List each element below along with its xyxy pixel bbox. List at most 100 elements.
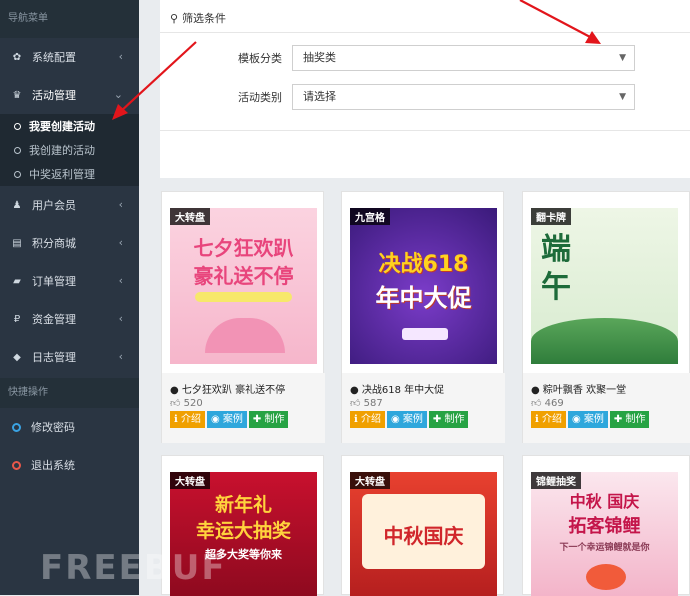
chevron-left-icon: ‹ — [118, 198, 123, 211]
template-card[interactable]: 大转盘 七夕狂欢趴 豪礼送不停 ● 七夕狂欢趴 豪礼送不停 👍︎ 520 ℹ 介… — [161, 191, 325, 443]
sidebar-item-orders[interactable]: ▰ 订单管理 ‹ — [0, 262, 139, 300]
intro-button[interactable]: ℹ 介绍 — [350, 411, 385, 428]
sidebar-item-label: 日志管理 — [32, 351, 76, 364]
template-category-select[interactable]: 抽奖类 ▼ — [292, 45, 635, 71]
chevron-left-icon: ‹ — [118, 312, 123, 325]
poster-bridge — [205, 318, 285, 353]
template-card[interactable]: 锦鲤抽奖 中秋 国庆 拓客锦鲤 下一个幸运锦鲤就是你 — [522, 455, 690, 596]
divider — [160, 130, 690, 131]
chevron-down-icon: ⌄ — [113, 88, 123, 101]
thumbs-up-icon: 👍︎ — [531, 398, 542, 409]
content-gutter — [139, 0, 160, 595]
template-type-tag: 大转盘 — [170, 208, 210, 225]
caret-down-icon: ▼ — [619, 53, 626, 63]
chevron-left-icon: ‹ — [118, 50, 123, 63]
template-poster[interactable]: 九宫格 决战618 年中大促 — [350, 208, 497, 364]
case-button[interactable]: ◉ 案例 — [386, 411, 427, 428]
sidebar-item-label: 资金管理 — [32, 313, 76, 326]
sub-item-label: 中奖返利管理 — [29, 168, 95, 181]
sidebar-item-label: 系统配置 — [32, 51, 76, 64]
circle-icon — [14, 122, 21, 130]
poster-badge — [402, 328, 448, 340]
koi-fish-icon — [586, 564, 626, 590]
template-poster[interactable]: 翻卡牌 端 午 — [531, 208, 678, 364]
sub-item-label: 我要创建活动 — [29, 120, 95, 133]
case-button[interactable]: ◉ 案例 — [567, 411, 608, 428]
poster-line: 新年礼 — [214, 494, 272, 516]
sidebar-item-activity-management[interactable]: ♛ 活动管理 ⌄ — [0, 76, 139, 114]
template-card[interactable]: 翻卡牌 端 午 ● 粽叶飘香 欢聚一堂 👍︎ 469 ℹ 介绍 ◉ 案例 ✚ 制… — [522, 191, 690, 443]
users-icon: ♟ — [12, 199, 22, 211]
poster-line: 中秋国庆 — [383, 524, 464, 548]
nav-header: 导航菜单 — [0, 0, 139, 38]
trophy-icon: ♛ — [12, 89, 22, 101]
card-title: ● 七夕狂欢趴 豪礼送不停 — [170, 385, 286, 396]
sub-item-label: 我创建的活动 — [29, 144, 95, 157]
sub-item-create-activity[interactable]: 我要创建活动 — [0, 114, 139, 138]
card-info: ● 决战618 年中大促 👍︎ 587 ℹ 介绍 ◉ 案例 ✚ 制作 — [342, 373, 505, 443]
poster-line: 幸运大抽奖 — [195, 520, 291, 542]
sidebar-item-logs[interactable]: ◆ 日志管理 ‹ — [0, 338, 139, 376]
change-password-link[interactable]: 修改密码 — [0, 408, 139, 446]
template-card[interactable]: 九宫格 决战618 年中大促 ● 决战618 年中大促 👍︎ 587 ℹ 介绍 … — [341, 191, 505, 443]
quick-item-label: 退出系统 — [31, 459, 75, 472]
template-type-tag: 九宫格 — [350, 208, 390, 225]
sidebar-item-funds[interactable]: ₽ 资金管理 ‹ — [0, 300, 139, 338]
sub-item-prize-rebate[interactable]: 中奖返利管理 — [0, 162, 139, 186]
truck-icon: ▰ — [13, 275, 21, 287]
template-type-tag: 翻卡牌 — [531, 208, 571, 225]
activity-type-label: 活动类别 — [238, 91, 282, 104]
poster-line: 决战618 — [378, 252, 469, 277]
filter-title: ⚲ 筛选条件 — [170, 12, 227, 25]
make-button[interactable]: ✚ 制作 — [428, 411, 469, 428]
poster-line: 拓客锦鲤 — [568, 516, 641, 537]
activity-submenu: 我要创建活动 我创建的活动 中奖返利管理 — [0, 114, 139, 186]
case-button[interactable]: ◉ 案例 — [206, 411, 247, 428]
make-button[interactable]: ✚ 制作 — [248, 411, 289, 428]
poster-line: 年中大促 — [375, 284, 472, 312]
template-type-tag: 大转盘 — [350, 472, 390, 489]
likes-count: 👍︎ 587 — [350, 398, 383, 409]
gear-icon: ✿ — [12, 51, 22, 63]
thumbs-up-icon: 👍︎ — [350, 398, 361, 409]
cart-icon: ▤ — [12, 237, 22, 249]
circle-icon — [14, 146, 21, 154]
chevron-left-icon: ‹ — [118, 274, 123, 287]
paypal-icon: ₽ — [13, 313, 21, 325]
watermark: FREEBUF — [40, 548, 227, 588]
shield-icon: ◆ — [13, 351, 21, 363]
template-type-tag: 锦鲤抽奖 — [531, 472, 581, 489]
card-info: ● 七夕狂欢趴 豪礼送不停 👍︎ 520 ℹ 介绍 ◉ 案例 ✚ 制作 — [162, 373, 325, 443]
sidebar-item-system-config[interactable]: ✿ 系统配置 ‹ — [0, 38, 139, 76]
sidebar-item-points-mall[interactable]: ▤ 积分商城 ‹ — [0, 224, 139, 262]
search-icon: ⚲ — [170, 12, 179, 25]
thumbs-up-icon: 👍︎ — [170, 398, 181, 409]
template-card[interactable]: 大转盘 中秋国庆 — [341, 455, 504, 596]
template-poster[interactable]: 大转盘 七夕狂欢趴 豪礼送不停 — [170, 208, 317, 364]
card-title: ● 粽叶飘香 欢聚一堂 — [531, 385, 627, 396]
poster-line: 中秋 国庆 — [569, 492, 640, 511]
quick-item-label: 修改密码 — [31, 421, 75, 434]
chevron-left-icon: ‹ — [118, 350, 123, 363]
make-button[interactable]: ✚ 制作 — [609, 411, 650, 428]
logout-link[interactable]: 退出系统 — [0, 446, 139, 484]
intro-button[interactable]: ℹ 介绍 — [170, 411, 205, 428]
sub-item-my-activities[interactable]: 我创建的活动 — [0, 138, 139, 162]
sidebar: 导航菜单 ✿ 系统配置 ‹ ♛ 活动管理 ⌄ 我要创建活动 我创建的活动 中奖返… — [0, 0, 139, 595]
sidebar-item-label: 活动管理 — [32, 89, 76, 102]
card-info: ● 粽叶飘香 欢聚一堂 👍︎ 469 ℹ 介绍 ◉ 案例 ✚ 制作 — [523, 373, 690, 443]
poster-line: 七夕狂欢趴 — [193, 236, 294, 260]
activity-type-select[interactable]: 请选择 ▼ — [292, 84, 635, 110]
intro-button[interactable]: ℹ 介绍 — [531, 411, 566, 428]
poster-line: 下一个幸运锦鲤就是你 — [559, 543, 650, 553]
poster-line: 午 — [541, 270, 571, 305]
circle-icon — [12, 460, 21, 470]
template-category-label: 模板分类 — [238, 52, 282, 65]
template-poster[interactable]: 锦鲤抽奖 中秋 国庆 拓客锦鲤 下一个幸运锦鲤就是你 — [531, 472, 678, 596]
caret-down-icon: ▼ — [619, 92, 626, 102]
divider — [160, 32, 690, 33]
template-poster[interactable]: 大转盘 中秋国庆 — [350, 472, 497, 596]
sidebar-item-members[interactable]: ♟ 用户会员 ‹ — [0, 186, 139, 224]
sidebar-item-label: 积分商城 — [32, 237, 76, 250]
circle-icon — [12, 422, 21, 432]
